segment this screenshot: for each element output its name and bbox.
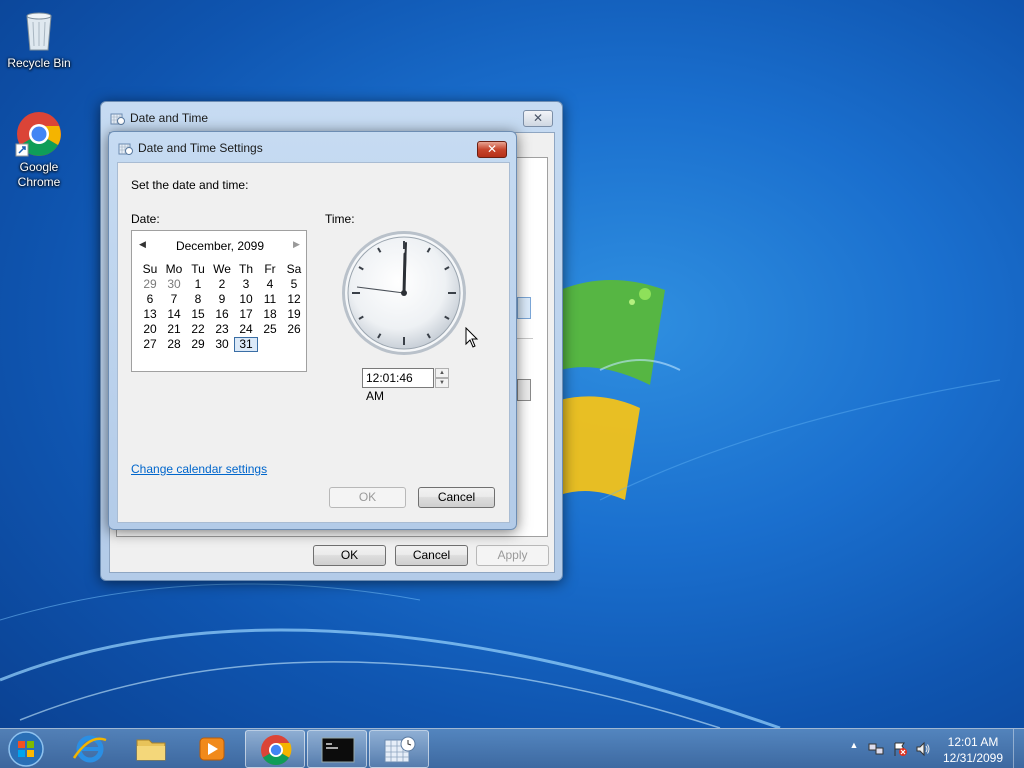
desktop-icon-label: Recycle Bin bbox=[7, 56, 71, 70]
calendar-day[interactable]: 27 bbox=[138, 337, 162, 352]
analog-clock bbox=[342, 231, 466, 355]
volume-icon[interactable] bbox=[915, 741, 931, 757]
time-label: Time: bbox=[325, 212, 355, 226]
taskbar-clock[interactable]: 12:01 AM 12/31/2099 bbox=[938, 734, 1008, 766]
month-calendar[interactable]: ◀ December, 2099 ▶ Su Mo Tu We Th Fr Sa 29 30 1 2 3… bbox=[131, 230, 307, 372]
calendar-day[interactable]: 13 bbox=[138, 307, 162, 322]
dialog-ok-button[interactable]: OK bbox=[329, 487, 406, 508]
taskbar-google-chrome[interactable] bbox=[245, 730, 305, 768]
taskbar-command-prompt[interactable] bbox=[307, 730, 367, 768]
mouse-cursor bbox=[465, 327, 479, 348]
calendar-day[interactable]: 18 bbox=[258, 307, 282, 322]
windows-start-icon bbox=[8, 731, 44, 767]
calendar-day[interactable]: 4 bbox=[258, 277, 282, 292]
taskbar-date-and-time[interactable] bbox=[369, 730, 429, 768]
desktop-icon-google-chrome[interactable]: Google Chrome bbox=[2, 110, 76, 190]
chrome-icon bbox=[261, 735, 292, 766]
desktop-icon-recycle-bin[interactable]: Recycle Bin bbox=[2, 6, 76, 71]
weekday-header: Th bbox=[238, 262, 253, 276]
time-spinner[interactable]: ▲ ▼ bbox=[435, 368, 449, 388]
calendar-day[interactable]: 7 bbox=[162, 292, 186, 307]
internet-explorer-icon bbox=[72, 735, 107, 763]
media-player-icon bbox=[199, 737, 225, 761]
folder-icon bbox=[136, 739, 166, 761]
dialog-close-button[interactable]: ✕ bbox=[477, 141, 507, 158]
calendar-day[interactable]: 5 bbox=[282, 277, 306, 292]
spin-up-button[interactable]: ▲ bbox=[435, 368, 449, 378]
recycle-bin-icon bbox=[15, 6, 63, 54]
calendar-day[interactable]: 29 bbox=[138, 277, 162, 292]
divider bbox=[515, 338, 533, 339]
calendar-day[interactable]: 14 bbox=[162, 307, 186, 322]
calendar-day[interactable]: 6 bbox=[138, 292, 162, 307]
spin-down-button[interactable]: ▼ bbox=[435, 378, 449, 388]
calendar-day[interactable]: 30 bbox=[162, 277, 186, 292]
dialog-cancel-button[interactable]: Cancel bbox=[418, 487, 495, 508]
date-label: Date: bbox=[131, 212, 160, 226]
taskbar-windows-explorer[interactable] bbox=[121, 730, 181, 768]
calendar-day[interactable]: 20 bbox=[138, 322, 162, 337]
calendar-day[interactable]: 30 bbox=[210, 337, 234, 352]
dialog-client-area: Set the date and time: Date: Time: ◀ Dec… bbox=[117, 162, 510, 523]
window-close-button[interactable]: ✕ bbox=[523, 110, 553, 127]
calendar-clock-icon bbox=[118, 143, 133, 155]
calendar-day[interactable]: 9 bbox=[210, 292, 234, 307]
taskbar-date: 12/31/2099 bbox=[942, 751, 1004, 765]
partial-button[interactable] bbox=[517, 379, 531, 401]
partial-button[interactable] bbox=[517, 297, 531, 319]
desktop-icon-label: Google Chrome bbox=[17, 160, 61, 189]
taskbar-media-player[interactable] bbox=[182, 730, 242, 768]
command-prompt-icon bbox=[321, 737, 355, 763]
weekday-header: Su bbox=[142, 262, 158, 276]
calendar-day[interactable]: 28 bbox=[162, 337, 186, 352]
weekday-header: Sa bbox=[286, 262, 302, 276]
cancel-button[interactable]: Cancel bbox=[395, 545, 468, 566]
window-title: Date and Time bbox=[130, 111, 209, 125]
date-time-settings-dialog: Date and Time Settings ✕ Set the date an… bbox=[108, 131, 517, 530]
calendar-day-selected[interactable]: 31 bbox=[234, 337, 258, 352]
calendar-day[interactable]: 8 bbox=[186, 292, 210, 307]
calendar-clock-icon bbox=[110, 113, 125, 125]
calendar-day[interactable]: 24 bbox=[234, 322, 258, 337]
weekday-header: Tu bbox=[191, 262, 205, 276]
calendar-day[interactable]: 25 bbox=[258, 322, 282, 337]
calendar-day[interactable]: 16 bbox=[210, 307, 234, 322]
calendar-day[interactable]: 21 bbox=[162, 322, 186, 337]
next-month-arrow[interactable]: ▶ bbox=[293, 239, 300, 250]
change-calendar-settings-link[interactable]: Change calendar settings bbox=[131, 462, 267, 476]
weekday-header: We bbox=[213, 262, 231, 276]
calendar-month-header[interactable]: December, 2099 bbox=[132, 239, 308, 253]
calendar-day[interactable]: 12 bbox=[282, 292, 306, 307]
calendar-grid: Su Mo Tu We Th Fr Sa 29 30 1 2 3 4 5 6 7 8 9 10 11 12 13 14 15 1… bbox=[138, 262, 306, 352]
calendar-day[interactable]: 26 bbox=[282, 322, 306, 337]
weekday-header: Mo bbox=[165, 262, 183, 276]
calendar-day[interactable]: 15 bbox=[186, 307, 210, 322]
dialog-title: Date and Time Settings bbox=[138, 141, 263, 155]
chrome-icon bbox=[15, 110, 63, 158]
calendar-clock-icon bbox=[384, 736, 416, 763]
show-desktop-button[interactable] bbox=[1013, 729, 1024, 768]
action-center-flag-icon[interactable] bbox=[892, 741, 908, 757]
network-icon[interactable] bbox=[868, 741, 884, 757]
calendar-day[interactable]: 10 bbox=[234, 292, 258, 307]
calendar-day[interactable]: 17 bbox=[234, 307, 258, 322]
weekday-header: Fr bbox=[264, 262, 276, 276]
calendar-day[interactable]: 19 bbox=[282, 307, 306, 322]
calendar-day[interactable]: 22 bbox=[186, 322, 210, 337]
taskbar-time: 12:01 AM bbox=[947, 735, 999, 749]
taskbar-internet-explorer[interactable] bbox=[60, 730, 120, 768]
time-input[interactable]: 12:01:46 AM bbox=[362, 368, 434, 403]
calendar-day[interactable]: 23 bbox=[210, 322, 234, 337]
calendar-day[interactable]: 3 bbox=[234, 277, 258, 292]
instruction-text: Set the date and time: bbox=[131, 178, 249, 192]
calendar-day[interactable]: 29 bbox=[186, 337, 210, 352]
ok-button[interactable]: OK bbox=[313, 545, 386, 566]
apply-button[interactable]: Apply bbox=[476, 545, 549, 566]
calendar-day[interactable]: 2 bbox=[210, 277, 234, 292]
calendar-day[interactable]: 11 bbox=[258, 292, 282, 307]
show-hidden-icons-arrow[interactable]: ▲ bbox=[846, 740, 862, 756]
calendar-day[interactable]: 1 bbox=[186, 277, 210, 292]
taskbar: ▲ 12:01 AM 12/31/2099 bbox=[0, 728, 1024, 768]
start-button[interactable] bbox=[6, 730, 46, 768]
